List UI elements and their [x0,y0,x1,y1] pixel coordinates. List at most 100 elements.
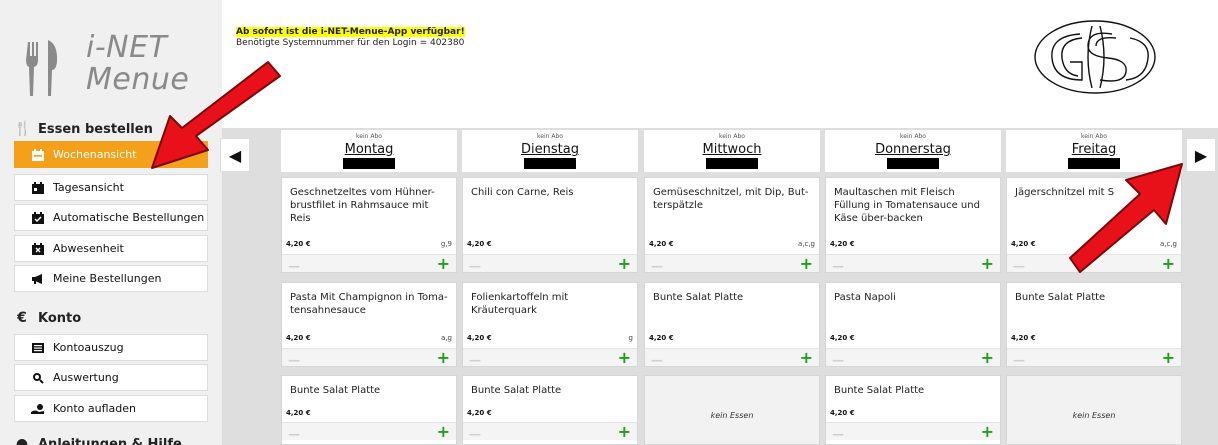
menu-card[interactable]: Bunte Salat Platte 4,20 € — + [644,282,820,367]
sidebar-item-label: Wochenansicht [53,148,137,161]
sidebar-item-label: Automatische Bestellungen [53,211,205,224]
add-button[interactable]: + [618,254,631,273]
add-button[interactable]: + [1162,254,1175,273]
meal-title: Gemüseschnitzel, mit Dip, But-terspätzle [653,187,809,211]
meal-title: Folienkartoffeln mit Kräuterquark [471,292,569,316]
menu-card[interactable]: Bunte Salat Platte 4,20 € — + [462,375,638,445]
menu-card[interactable]: Jägerschnitzel mit S 4,20 € a,c,g — + [1006,177,1182,273]
meal-allergens: g,9 [440,240,452,248]
order-controls: — + [1007,348,1181,367]
day-name: Dienstag [521,142,579,157]
sidebar-item-abwesenheit[interactable]: Abwesenheit [14,235,208,262]
sidebar-item-wochenansicht[interactable]: Wochenansicht [14,141,208,168]
sidebar-item-konto-aufladen[interactable]: Konto aufladen [14,395,208,422]
add-button[interactable]: + [800,348,813,367]
decrease-button[interactable]: — [1013,353,1025,367]
section-essen-bestellen: 🍴 Essen bestellen [14,121,153,137]
add-button[interactable]: + [800,254,813,273]
decrease-button[interactable]: — [832,353,844,367]
meal-title: Bunte Salat Platte [1015,292,1106,303]
decrease-button[interactable]: — [469,353,481,367]
add-button[interactable]: + [618,422,631,441]
section-anleitung-label: Anleitungen & Hilfe [38,436,182,445]
order-controls: — + [826,422,1000,441]
decrease-button[interactable]: — [288,427,300,441]
day-header-montag: kein Abo Montag [281,130,457,172]
decrease-button[interactable]: — [651,353,663,367]
add-button[interactable]: + [437,422,450,441]
redacted-date [524,158,576,169]
notice-highlight: Ab sofort ist die i-NET-Menue-App verfüg… [236,27,465,37]
logo-line-1: i-NET [86,30,168,65]
sidebar-item-label: Kontoauszug [53,341,124,354]
meal-price: 4,20 € [1011,334,1036,342]
menu-card-empty: kein Essen [644,375,820,445]
decrease-button[interactable]: — [1013,259,1025,273]
decrease-button[interactable]: — [288,353,300,367]
sidebar-item-auswertung[interactable]: Auswertung [14,364,208,391]
help-icon: ● [15,436,29,445]
order-controls: — + [463,254,637,273]
order-controls: — + [463,348,637,367]
app-logo[interactable]: i-NET Menue [24,16,214,104]
app-notice: Ab sofort ist die i-NET-Menue-App verfüg… [236,27,465,49]
meal-allergens: a,c,g [797,240,815,248]
menu-card[interactable]: Pasta Napoli 4,20 € — + [825,282,1001,367]
day-header-freitag: kein Abo Freitag [1006,130,1182,172]
menu-card[interactable]: Geschnetzeltes vom Hühner-brustfilet in … [281,177,457,273]
menu-card[interactable]: Chili con Carne, Reis 4,20 € — + [462,177,638,273]
cutlery-logo-icon [26,40,58,96]
hand-coins-icon [31,403,44,414]
menu-card-empty: kein Essen [1006,375,1182,445]
add-button[interactable]: + [437,348,450,367]
meal-price: 4,20 € [286,409,311,417]
add-button[interactable]: + [1162,348,1175,367]
decrease-button[interactable]: — [832,259,844,273]
meal-price: 4,20 € [467,409,492,417]
section-konto-label: Konto [38,310,82,326]
add-button[interactable]: + [981,348,994,367]
calendar-day-icon [32,181,44,194]
sidebar-item-meine-bestellungen[interactable]: Meine Bestellungen [14,265,208,292]
order-controls: — + [282,254,456,273]
add-button[interactable]: + [981,254,994,273]
sidebar-item-label: Konto aufladen [53,402,137,415]
calendar-week-icon [32,148,44,161]
meal-title: Bunte Salat Platte [653,292,744,303]
next-week-button[interactable]: ▶ [1186,138,1216,172]
order-controls: — + [645,254,819,273]
caret-right-icon: ▶ [1194,145,1208,165]
meal-title: Bunte Salat Platte [834,385,925,396]
day-abo-status: kein Abo [900,133,926,140]
sidebar-item-tagesansicht[interactable]: Tagesansicht [14,174,208,201]
decrease-button[interactable]: — [651,259,663,273]
meal-price: 4,20 € [830,409,855,417]
previous-week-button[interactable]: ◀ [220,138,250,172]
sidebar-item-kontoauszug[interactable]: Kontoauszug [14,334,208,361]
order-controls: — + [826,254,1000,273]
add-button[interactable]: + [437,254,450,273]
meal-price: 4,20 € [1011,240,1036,248]
menu-card[interactable]: Folienkartoffeln mit Kräuterquark 4,20 €… [462,282,638,367]
sidebar-item-label: Tagesansicht [53,181,124,194]
day-name: Mittwoch [702,142,762,157]
meal-allergens: g [628,334,633,342]
decrease-button[interactable]: — [832,427,844,441]
menu-card[interactable]: Pasta Mit Champignon in Toma-tensahnesau… [281,282,457,367]
menu-card[interactable]: Maultaschen mit Fleisch Füllung in Tomat… [825,177,1001,273]
menu-card[interactable]: Bunte Salat Platte 4,20 € — + [281,375,457,445]
day-abo-status: kein Abo [1081,133,1107,140]
decrease-button[interactable]: — [469,259,481,273]
add-button[interactable]: + [618,348,631,367]
app-window: i-NET Menue 🍴 Essen bestellen Wochenansi… [0,0,1218,445]
decrease-button[interactable]: — [288,259,300,273]
menu-card[interactable]: Bunte Salat Platte 4,20 € — + [825,375,1001,445]
calendar-x-icon [32,242,44,255]
sidebar-item-automatische-bestellungen[interactable]: Automatische Bestellungen [14,204,208,231]
add-button[interactable]: + [981,422,994,441]
meal-price: 4,20 € [830,334,855,342]
decrease-button[interactable]: — [469,427,481,441]
menu-card[interactable]: Gemüseschnitzel, mit Dip, But-terspätzle… [644,177,820,273]
menu-card[interactable]: Bunte Salat Platte 4,20 € — + [1006,282,1182,367]
redacted-date [1068,158,1120,169]
